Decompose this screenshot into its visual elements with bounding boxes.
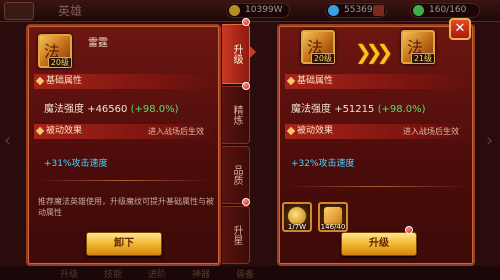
prev-arrow-icon[interactable]: ‹	[4, 130, 14, 156]
tab-upgrade-notification-dot	[242, 18, 250, 26]
material-slot[interactable]: 1/7W	[282, 202, 312, 232]
basic-attributes-header: 基础属性	[285, 74, 469, 89]
unload-button[interactable]: 卸下	[86, 232, 162, 256]
passive-effect-header: 被动效果 进入战场后生效	[34, 124, 214, 139]
stamina-counter: 160/160	[410, 3, 480, 18]
next-arrow-icon[interactable]: ›	[486, 130, 496, 156]
bottom-tab[interactable]: 神器	[192, 267, 210, 280]
upgrade-notification-dot	[405, 226, 413, 234]
current-rune-panel: 法 20级 雷霆 基础属性 魔法强度 +46560 (+98.0%) 被动效果 …	[26, 24, 221, 266]
passive-effect-header: 被动效果 进入战场后生效	[285, 124, 469, 139]
rune-current-icon: 法 20级	[301, 30, 335, 64]
diamond-bullet-icon	[286, 76, 296, 86]
magic-power-stat: 魔法强度 +46560 (+98.0%)	[44, 104, 179, 115]
bottom-tab[interactable]: 升级	[60, 267, 78, 280]
bottom-tab-bar: 升级 技能 进阶 神器 装备	[0, 266, 500, 280]
diamond-bullet-icon	[286, 126, 296, 136]
tab-star-up[interactable]: 升星	[222, 206, 250, 264]
tab-refine-notification-dot	[242, 82, 250, 90]
rune-name: 雷霆	[88, 38, 108, 49]
tab-refine[interactable]: 精炼	[222, 86, 250, 144]
back-button[interactable]	[4, 2, 34, 20]
rune-level-badge: 20级	[47, 57, 72, 68]
magic-power-stat: 魔法强度 +51215 (+98.0%)	[291, 104, 426, 115]
bottom-tab[interactable]: 进阶	[148, 267, 166, 280]
rune-skill-icon[interactable]: 法 20级	[38, 34, 72, 68]
diamond-bullet-icon	[35, 76, 45, 86]
rune-next-level-badge: 21级	[410, 53, 435, 64]
upgrade-button[interactable]: 升级	[341, 232, 417, 256]
close-button[interactable]: ✕	[449, 18, 471, 40]
tab-upgrade[interactable]: 升级	[222, 24, 250, 84]
rune-description: 推荐魔法英雄使用，升级魔纹可提升基础属性与被动属性	[38, 197, 214, 217]
divider	[287, 186, 467, 187]
gold-counter: 10399W	[226, 3, 290, 18]
basic-attributes-header: 基础属性	[34, 74, 214, 89]
rune-next-level-icon: 法 21级	[401, 30, 435, 64]
diamond-counter: 55369	[325, 3, 387, 18]
diamond-icon	[328, 5, 339, 16]
bottom-tab[interactable]: 装备	[236, 267, 254, 280]
material-count: 146/40	[320, 223, 346, 231]
active-tab-arrow-icon	[250, 46, 256, 58]
material-slot[interactable]: 146/40	[318, 202, 348, 232]
passive-effect-value: +32%攻击速度	[291, 159, 355, 169]
upgrade-chevrons-icon: ❯❯❯	[355, 40, 393, 64]
top-bar: 英雄 10399W 55369 160/160	[0, 0, 500, 22]
divider	[36, 180, 212, 181]
passive-effect-value: +31%攻击速度	[44, 159, 108, 169]
screen-title: 英雄	[58, 4, 83, 18]
add-diamond-button[interactable]	[373, 5, 384, 16]
gold-coin-icon	[229, 5, 240, 16]
bottom-tab[interactable]: 技能	[104, 267, 122, 280]
diamond-bullet-icon	[35, 126, 45, 136]
tab-quality[interactable]: 品质	[222, 146, 250, 204]
tab-star-up-notification-dot	[242, 198, 250, 206]
material-count: 1/7W	[287, 223, 307, 231]
stamina-icon	[413, 5, 424, 16]
